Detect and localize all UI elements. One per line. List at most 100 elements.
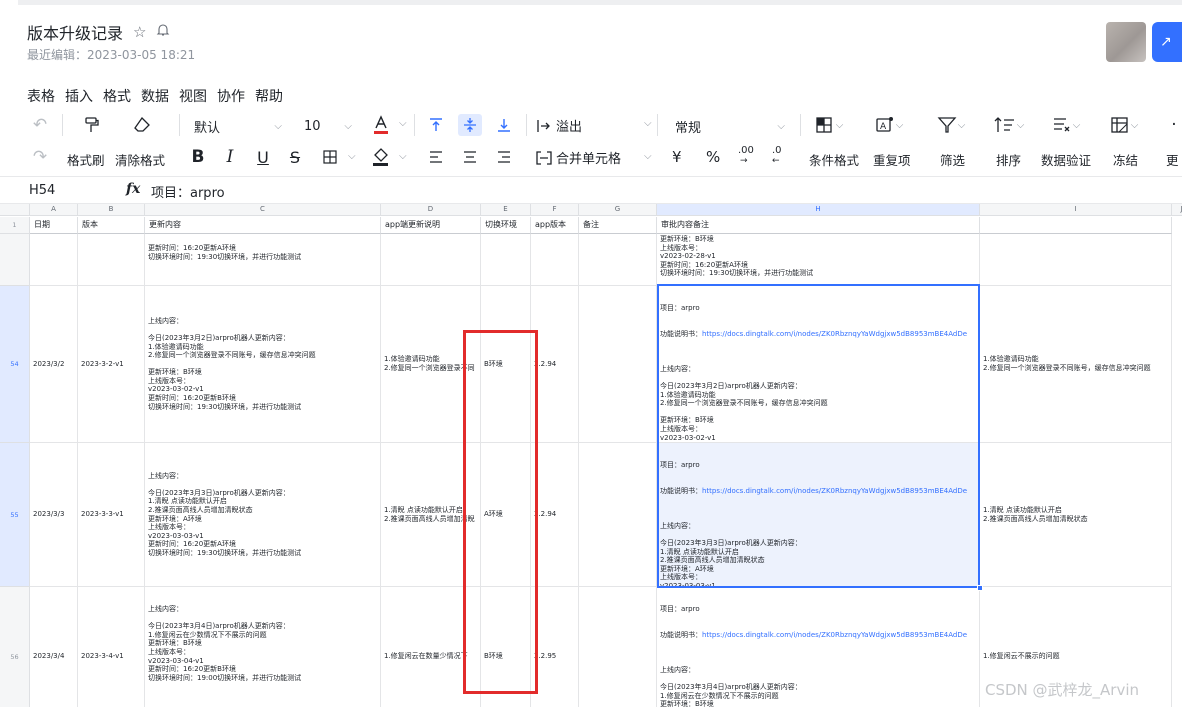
table-cell[interactable] <box>381 234 481 286</box>
star-icon[interactable]: ☆ <box>133 23 146 41</box>
format-painter-icon[interactable] <box>80 114 104 136</box>
menu-item-help[interactable]: 帮助 <box>255 86 283 106</box>
header-cell-app-version[interactable]: app版本 <box>531 217 579 234</box>
clear-format-button[interactable]: 清除格式 <box>115 150 165 169</box>
column-header-j[interactable]: J <box>1172 204 1182 216</box>
align-left-icon[interactable] <box>424 146 448 168</box>
align-bottom-icon[interactable] <box>492 114 516 136</box>
table-cell[interactable]: 更新环境：B环境 上线版本号： v2023-02-28-v1 更新时间：16:2… <box>657 234 980 286</box>
table-cell[interactable] <box>579 234 657 286</box>
menu-item-table[interactable]: 表格 <box>27 86 55 106</box>
chevron-down-icon[interactable]: ⌵ <box>644 151 652 162</box>
currency-button[interactable]: ¥ <box>672 148 682 166</box>
fill-handle[interactable] <box>977 585 983 591</box>
chevron-down-icon[interactable]: ⌵ <box>348 151 356 162</box>
menu-item-data[interactable]: 数据 <box>141 86 169 106</box>
duplicates-icon[interactable]: A ⌵ <box>874 114 904 136</box>
sort-icon[interactable]: ⌵ <box>992 114 1026 136</box>
freeze-icon[interactable]: ⌵ <box>1108 114 1140 136</box>
doc-link[interactable]: https://docs.dingtalk.com/i/nodes/ZK0Rbz… <box>702 487 967 495</box>
overflow-select[interactable]: 溢出 <box>536 116 582 135</box>
decimal-increase-button[interactable]: .00 <box>738 145 754 156</box>
chevron-down-icon[interactable]: ⌵ <box>644 118 652 129</box>
table-cell[interactable] <box>980 234 1172 286</box>
menu-item-insert[interactable]: 插入 <box>65 86 93 106</box>
content-cell[interactable]: 上线内容： 今日(2023年3月2日)arpro机器人更新内容： 1.体验邀请码… <box>145 286 381 443</box>
align-right-icon[interactable] <box>492 146 516 168</box>
column-header-d[interactable]: D <box>381 204 481 216</box>
header-cell-app-notes[interactable]: app端更新说明 <box>381 217 481 234</box>
header-cell-approval[interactable]: 审批内容备注 <box>657 217 980 234</box>
menu-item-format[interactable]: 格式 <box>103 86 131 106</box>
freeze-button[interactable]: 冻结 <box>1113 150 1138 169</box>
corner-cell[interactable] <box>0 204 30 216</box>
underline-icon[interactable]: U <box>251 146 275 168</box>
date-cell[interactable]: 2023/3/4 <box>30 587 78 707</box>
column-i-cell[interactable]: 1.体验邀请码功能 2.修复同一个浏览器登录不同账号，缓存信息冲突问题 <box>980 286 1172 443</box>
app-version-cell[interactable]: 2.2.94 <box>531 286 579 443</box>
italic-icon[interactable]: I <box>218 146 242 168</box>
doc-title[interactable]: 版本升级记录 <box>27 20 123 44</box>
remark-cell[interactable] <box>579 587 657 707</box>
table-cell[interactable] <box>30 234 78 286</box>
app-version-cell[interactable]: 2.2.94 <box>531 443 579 587</box>
bold-icon[interactable]: B <box>186 146 210 168</box>
filter-icon[interactable]: ⌵ <box>936 114 966 136</box>
environment-cell[interactable]: A环境 <box>481 443 531 587</box>
header-cell-version[interactable]: 版本 <box>78 217 145 234</box>
data-validation-icon[interactable]: ⌵ <box>1050 114 1082 136</box>
header-cell-content[interactable]: 更新内容 <box>145 217 381 234</box>
format-painter-button[interactable]: 格式刷 <box>67 150 105 169</box>
cell-reference[interactable]: H54 <box>29 183 55 198</box>
column-header-f[interactable]: F <box>531 204 579 216</box>
eraser-icon[interactable] <box>130 114 154 136</box>
merge-cells-button[interactable]: 合并单元格 <box>536 148 621 167</box>
date-cell[interactable]: 2023/3/3 <box>30 443 78 587</box>
header-cell-date[interactable]: 日期 <box>30 217 78 234</box>
doc-link[interactable]: https://docs.dingtalk.com/i/nodes/ZK0Rbz… <box>702 631 967 639</box>
table-cell[interactable] <box>531 234 579 286</box>
column-i-cell[interactable]: 1.清睨 点读功能默认开启 2.推课页面高线人员增加清睨状态 <box>980 443 1172 587</box>
conditional-format-button[interactable]: 条件格式 <box>809 150 859 169</box>
filter-button[interactable]: 筛选 <box>940 150 965 169</box>
column-header-g[interactable]: G <box>579 204 657 216</box>
environment-cell[interactable]: B环境 <box>481 587 531 707</box>
app-notes-cell[interactable]: 1.体验邀请码功能 2.修复同一个浏览器登录不同 <box>381 286 481 443</box>
doc-link[interactable]: https://docs.dingtalk.com/i/nodes/ZK0Rbz… <box>702 330 967 338</box>
more-icon[interactable]: · <box>1162 114 1182 136</box>
align-top-icon[interactable] <box>424 114 448 136</box>
spreadsheet-grid[interactable]: A B C D E F G H I J 1 日期 版本 更新内容 app端更新说… <box>0 204 1182 707</box>
version-cell[interactable]: 2023-3-2-v1 <box>78 286 145 443</box>
version-cell[interactable]: 2023-3-4-v1 <box>78 587 145 707</box>
column-header-e[interactable]: E <box>481 204 531 216</box>
approval-cell[interactable]: 项目：arpro 功能说明书：https://docs.dingtalk.com… <box>657 443 980 587</box>
header-cell-remark[interactable]: 备注 <box>579 217 657 234</box>
avatar[interactable] <box>1106 22 1146 62</box>
row-number[interactable]: 54 <box>0 286 30 443</box>
row-number[interactable]: 1 <box>0 217 30 234</box>
font-size-select[interactable]: 10 ⌵ <box>296 113 360 139</box>
approval-cell[interactable]: 项目：arpro 功能说明书：https://docs.dingtalk.com… <box>657 286 980 443</box>
percent-button[interactable]: % <box>706 148 720 166</box>
header-cell-i[interactable] <box>980 217 1172 234</box>
table-cell[interactable] <box>78 234 145 286</box>
row-number[interactable]: 56 <box>0 587 30 707</box>
column-header-b[interactable]: B <box>78 204 145 216</box>
content-cell[interactable]: 上线内容： 今日(2023年3月3日)arpro机器人更新内容： 1.清睨 点读… <box>145 443 381 587</box>
share-button[interactable]: ↗ <box>1152 22 1182 62</box>
environment-cell[interactable]: B环境 <box>481 286 531 443</box>
column-header-i[interactable]: I <box>980 204 1172 216</box>
undo-icon[interactable]: ↶ <box>28 114 52 136</box>
column-header-c[interactable]: C <box>145 204 381 216</box>
date-cell[interactable]: 2023/3/2 <box>30 286 78 443</box>
number-format-select[interactable]: 常规 ⌵ <box>667 113 793 139</box>
column-header-h[interactable]: H <box>657 204 980 216</box>
decimal-decrease-button[interactable]: .0 <box>772 145 782 156</box>
font-color-icon[interactable] <box>369 114 393 136</box>
redo-icon[interactable]: ↷ <box>28 146 52 168</box>
app-notes-cell[interactable]: 1.修复闲云在数量少情况下 <box>381 587 481 707</box>
align-center-icon[interactable] <box>458 146 482 168</box>
menu-item-collaborate[interactable]: 协作 <box>217 86 245 106</box>
font-select[interactable]: 默认 ⌵ <box>186 113 290 139</box>
row-number[interactable]: 55 <box>0 443 30 587</box>
